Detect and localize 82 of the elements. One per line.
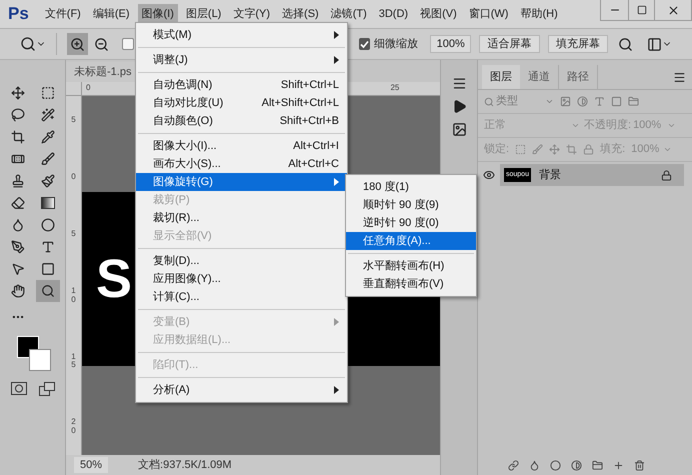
ruler-label: 0 [86,82,90,94]
zoom-level[interactable]: 50% [74,456,108,474]
menu-bar-item[interactable]: 窗口(W) [464,4,512,24]
zoom-preset-button[interactable]: 适合屏幕 [479,35,540,53]
zoom-preset-button[interactable]: 填充屏幕 [548,35,608,53]
menu-item[interactable]: 垂直翻转画布(V) [346,275,476,293]
mask-icon[interactable] [550,460,561,470]
menu-bar-item[interactable]: 3D(D) [374,4,412,24]
ruler-label: 0 [70,173,77,182]
menu-bar-item[interactable]: 文字(Y) [229,4,274,24]
shape-filter-icon[interactable] [611,96,622,107]
document-status: 文档:937.5K/1.09M [138,458,232,473]
opacity-label: 不透明度: [584,118,632,134]
folder-icon[interactable] [592,460,603,470]
zoom-icon [20,36,36,52]
workspace-button[interactable] [647,36,672,52]
caret-icon [667,121,676,130]
zoom-in-button[interactable] [66,33,88,55]
ruler-label: 25 [390,82,400,94]
ruler-label: 5 [70,116,77,124]
menu-bar-item[interactable]: 帮助(H) [516,4,562,24]
link-icon[interactable] [508,460,519,470]
quick-mask-icon[interactable] [10,382,26,396]
menu-bar-item[interactable]: 选择(S) [278,4,323,24]
menu-bar-item[interactable]: 图像(I) [138,4,178,24]
adjustment-icon[interactable] [571,460,582,470]
app-logo: Ps [8,3,29,26]
new-layer-icon[interactable] [613,460,624,470]
caret-icon [571,121,580,130]
menu-item[interactable]: 逆时针 90 度(0) [346,214,476,232]
menu-bar-item[interactable]: 图层(L) [182,4,226,24]
menu-item[interactable]: 应用图像(Y)... [136,270,347,288]
layer-name: 背景 [538,168,561,183]
menu-item[interactable]: 计算(C)... [136,288,347,306]
menu-item[interactable]: 分析(A) [136,381,347,399]
search-icon [484,96,494,106]
image-filter-icon[interactable] [560,96,571,107]
panel-tab[interactable]: 图层 [482,65,520,89]
ruler-label: 10 [70,287,77,304]
zoom-tool-button[interactable] [20,36,46,52]
maximize-icon [636,5,646,15]
menu-item[interactable]: 画布大小(S)... Alt+Ctrl+C [136,155,347,173]
menu-item[interactable]: 图像旋转(G) [136,173,347,191]
menu-item[interactable]: 裁切(R)... [136,209,347,227]
play-icon[interactable] [452,99,466,114]
menu-bar-item[interactable]: 滤镜(T) [326,4,371,24]
zoom-field[interactable]: 100% [430,35,472,53]
text-filter-icon[interactable] [594,96,605,107]
fine-zoom-label: 细微缩放 [374,36,418,52]
caret-icon [545,97,554,106]
menu-item[interactable]: 自动颜色(O) Shift+Ctrl+B [136,112,347,130]
panel-tab[interactable]: 路径 [559,65,598,89]
menu-bar-item[interactable]: 视图(V) [416,4,461,24]
menu-item[interactable]: 水平翻转画布(H) [346,257,476,275]
menu-item[interactable]: 任意角度(A)... [346,232,476,250]
menu-bar-item[interactable]: 编辑(E) [88,4,134,24]
canvas-text: S [96,252,132,306]
lock-label: 锁定: [484,142,510,158]
menu-item[interactable]: 顺时针 90 度(9) [346,196,476,214]
zoom-icon[interactable] [36,280,60,302]
menu-item[interactable]: 复制(D)... [136,252,347,270]
fine-zoom-checkbox[interactable] [358,38,370,50]
menu-item[interactable]: 自动对比度(U) Alt+Shift+Ctrl+L [136,94,347,112]
menu-bar-item[interactable]: 文件(F) [40,4,85,24]
menu-item[interactable]: 180 度(1) [346,178,476,196]
ruler-label: 20 [70,418,77,435]
search-icon[interactable] [618,36,634,52]
checkbox[interactable] [122,38,134,50]
ruler-label: 15 [70,352,77,370]
smart-filter-icon[interactable] [628,96,639,107]
close-icon [666,4,680,16]
adjustment-filter-icon[interactable] [577,96,588,107]
menu-item[interactable]: 图像大小(I)... Alt+Ctrl+I [136,137,347,155]
ruler-label: 5 [70,230,77,239]
screen-mode-icon[interactable] [38,382,54,396]
fill-label: 填充: [600,142,626,158]
menu-item[interactable]: 模式(M) [136,26,347,44]
caret-icon [663,145,672,154]
trash-icon[interactable] [634,460,645,470]
panel-tab[interactable]: 通道 [520,65,559,89]
panel-icon [647,36,662,52]
panel-menu-icon[interactable] [673,71,686,84]
